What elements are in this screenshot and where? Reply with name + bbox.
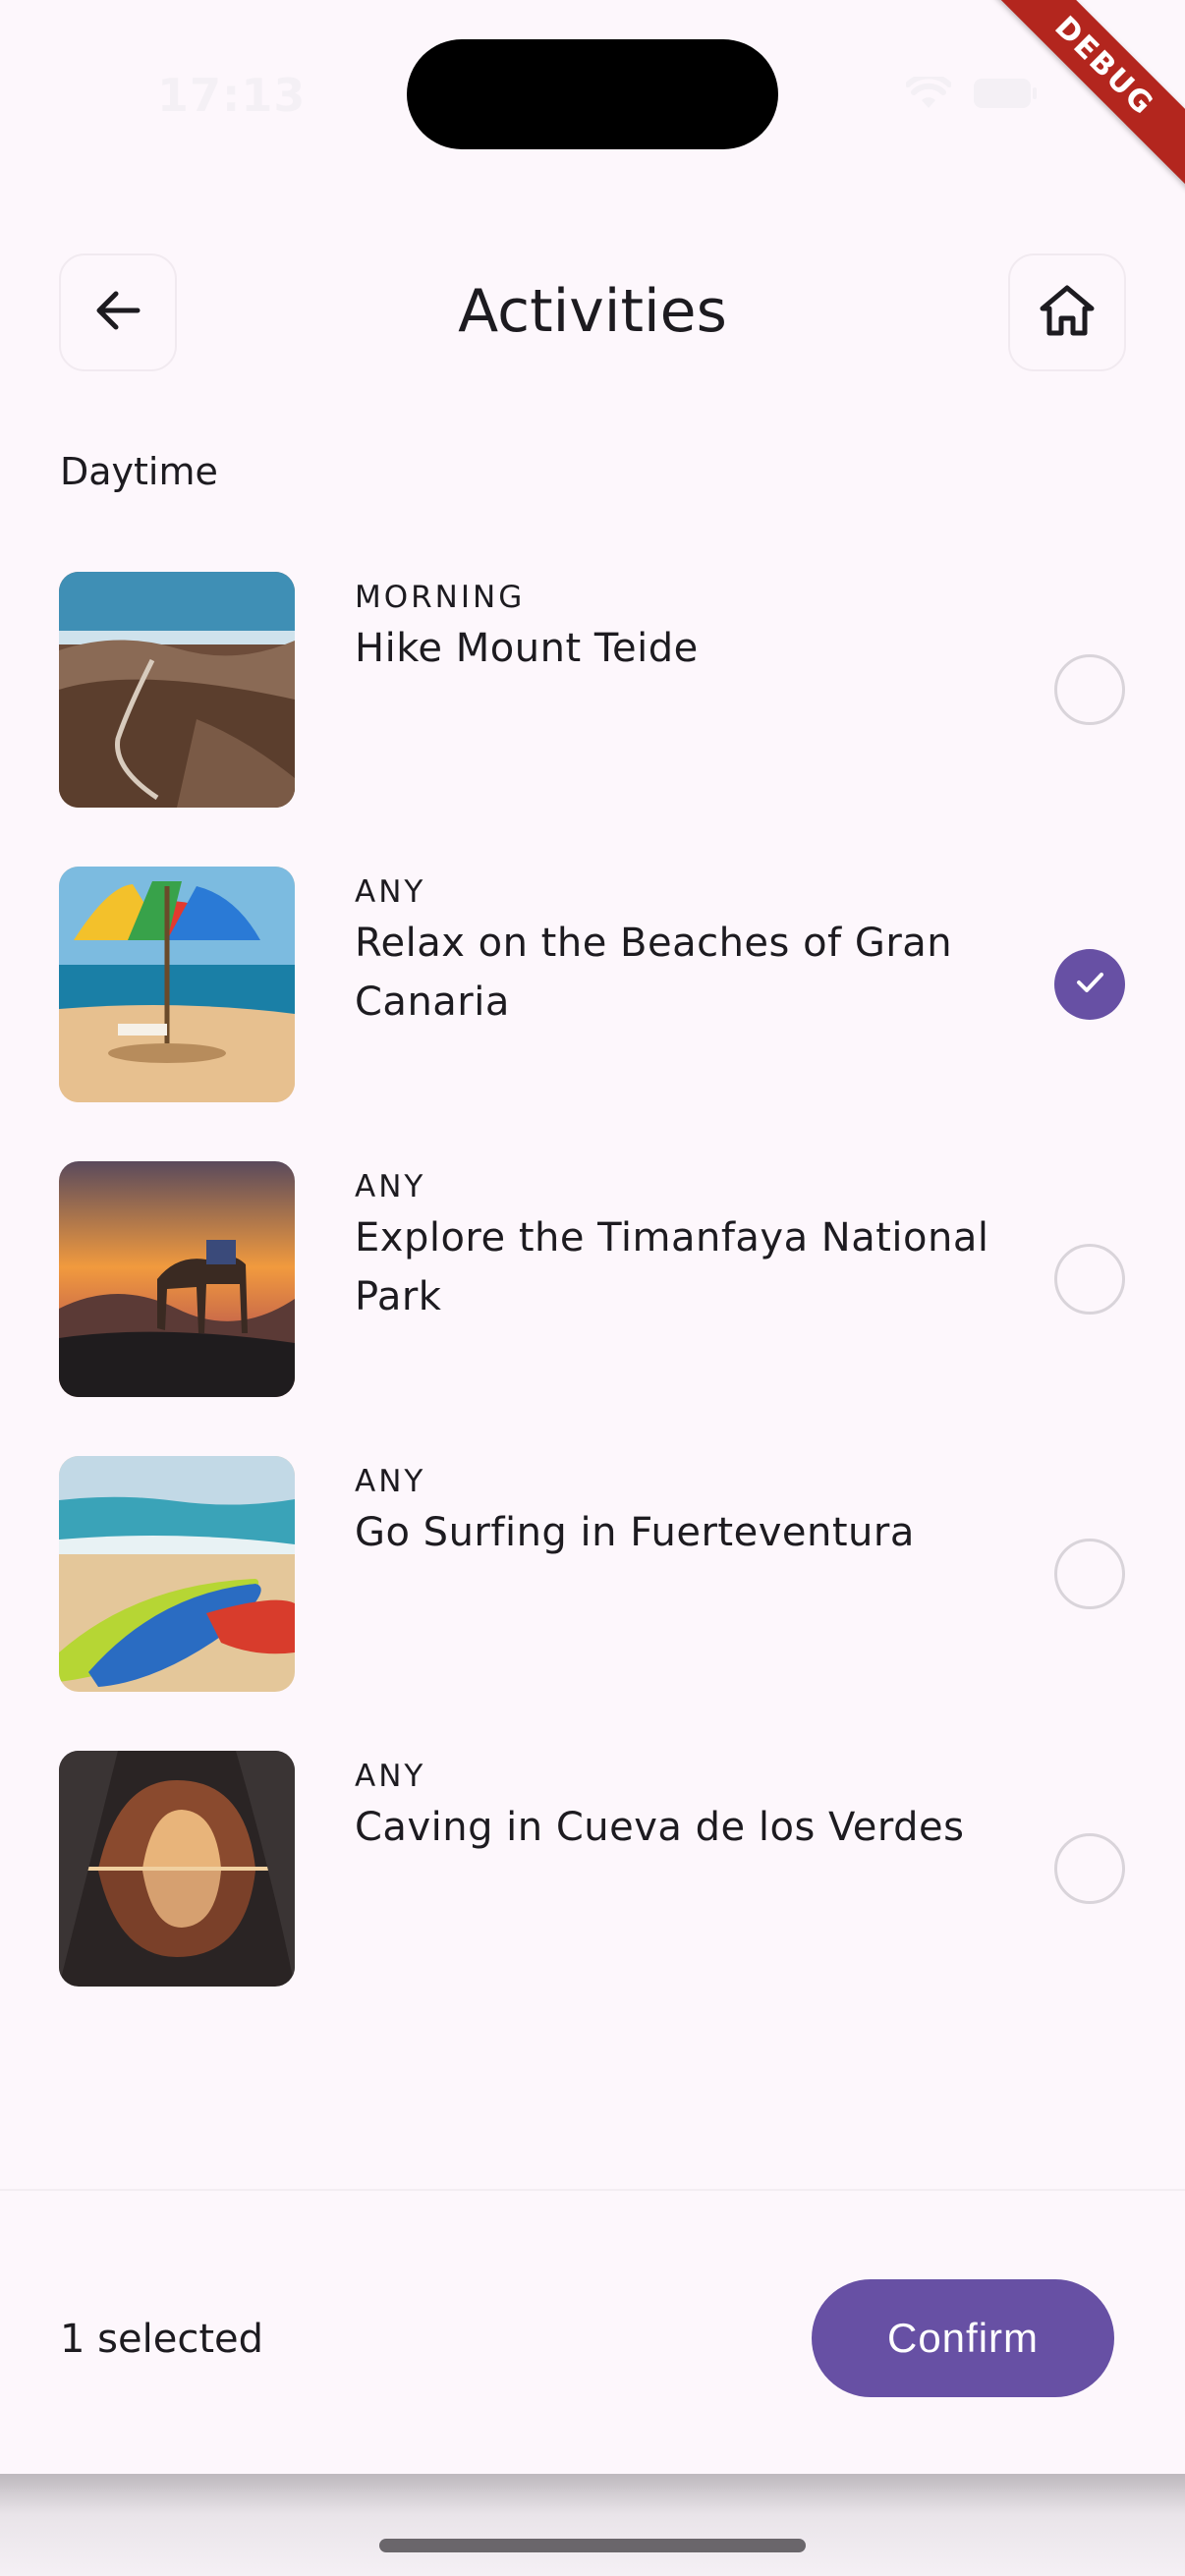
select-radio[interactable] xyxy=(1054,1244,1125,1315)
dynamic-island xyxy=(407,39,778,149)
activity-image-timanfaya xyxy=(59,1161,295,1397)
activity-name: Hike Mount Teide xyxy=(355,626,699,671)
home-indicator[interactable] xyxy=(379,2539,806,2552)
activity-item[interactable]: ANY Caving in Cueva de los Verdes xyxy=(0,1749,1185,2044)
activity-name: Go Surfing in Fuerteventura xyxy=(355,1510,915,1555)
activity-image-cave xyxy=(59,1751,295,1987)
selected-count: 1 selected xyxy=(60,2317,264,2362)
status-icons xyxy=(906,77,1038,110)
select-radio[interactable] xyxy=(1054,1833,1125,1904)
check-icon xyxy=(1072,965,1107,1004)
home-icon xyxy=(1038,283,1097,342)
activity-time-tag: ANY xyxy=(355,1169,426,1204)
section-label-daytime: Daytime xyxy=(60,450,218,493)
activity-time-tag: ANY xyxy=(355,1759,426,1794)
activity-image-surfing xyxy=(59,1456,295,1692)
wifi-icon xyxy=(906,77,951,110)
select-radio[interactable] xyxy=(1054,654,1125,725)
bottom-action-bar: 1 selected Confirm xyxy=(0,2189,1185,2474)
activity-time-tag: ANY xyxy=(355,1464,426,1499)
activities-screen: 17:13 DEBUG Activities Daytime MORNING H… xyxy=(0,0,1185,2576)
activity-item[interactable]: ANY Explore the Timanfaya National Park xyxy=(0,1159,1185,1454)
activity-name: Explore the Timanfaya National Park xyxy=(355,1215,989,1319)
battery-icon xyxy=(973,78,1038,109)
activity-name: Relax on the Beaches of Gran Canaria xyxy=(355,921,953,1025)
activity-item[interactable]: ANY Relax on the Beaches of Gran Canaria xyxy=(0,865,1185,1159)
activity-time-tag: MORNING xyxy=(355,580,526,615)
select-radio[interactable] xyxy=(1054,1539,1125,1609)
bottom-shadow xyxy=(0,2474,1185,2576)
activity-image-beach xyxy=(59,867,295,1102)
home-button[interactable] xyxy=(1008,253,1126,371)
activity-list: MORNING Hike Mount Teide ANY Relax on th… xyxy=(0,570,1185,2044)
activity-item[interactable]: MORNING Hike Mount Teide xyxy=(0,570,1185,865)
activity-name: Caving in Cueva de los Verdes xyxy=(355,1805,965,1850)
confirm-button[interactable]: Confirm xyxy=(812,2279,1114,2397)
activity-image-hike xyxy=(59,572,295,808)
status-time: 17:13 xyxy=(157,69,307,122)
select-radio-checked[interactable] xyxy=(1054,949,1125,1020)
activity-time-tag: ANY xyxy=(355,874,426,910)
activity-item[interactable]: ANY Go Surfing in Fuerteventura xyxy=(0,1454,1185,1749)
